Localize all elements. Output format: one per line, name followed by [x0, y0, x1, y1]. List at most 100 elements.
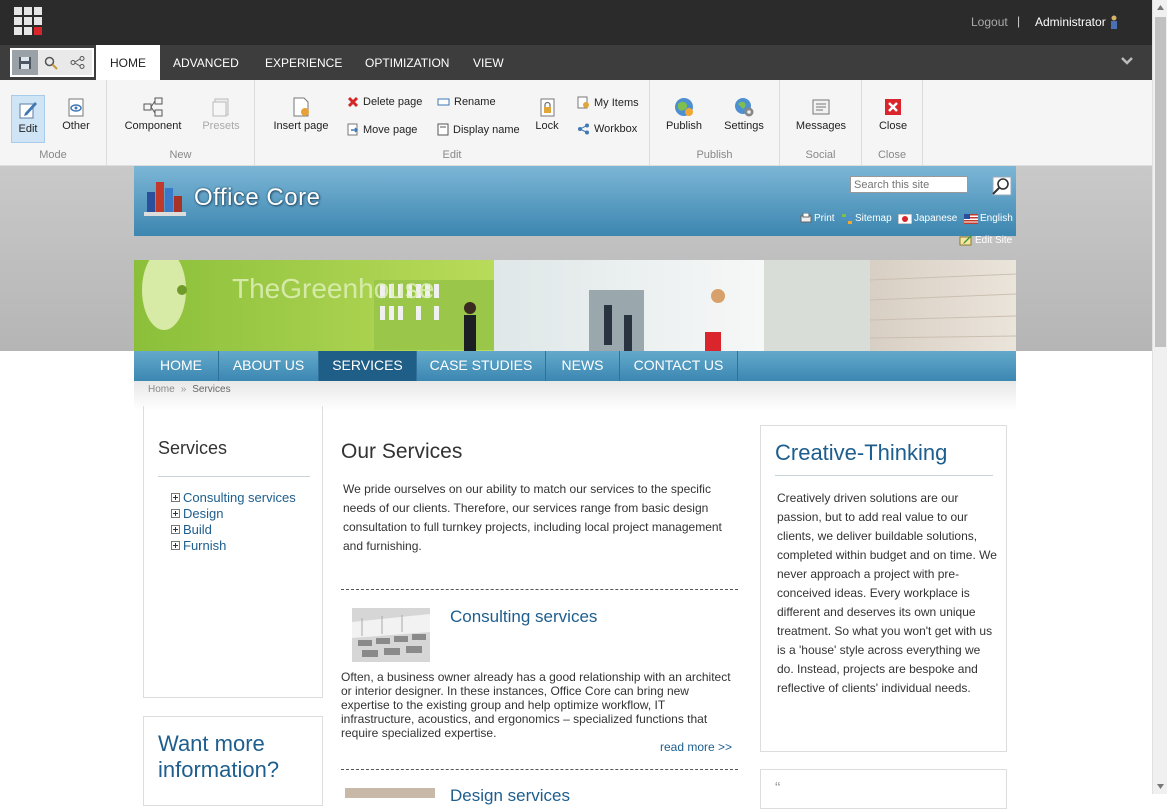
us-flag-icon: [964, 213, 978, 224]
display-name-icon: [437, 123, 449, 136]
page-intro-text: We pride ourselves on our ability to mat…: [343, 482, 722, 553]
search-icon: [44, 56, 58, 70]
expand-icon[interactable]: [171, 541, 180, 550]
display-name-button[interactable]: Display name: [437, 123, 520, 136]
print-icon: [800, 213, 812, 223]
ribbon-group-label: Edit: [442, 149, 462, 161]
messages-label: Messages: [795, 120, 847, 132]
close-button[interactable]: Close: [876, 96, 910, 132]
sitemap-link[interactable]: Sitemap: [841, 213, 892, 224]
save-icon: [19, 56, 31, 69]
lock-label: Lock: [535, 120, 559, 132]
publish-settings-button[interactable]: Settings: [722, 96, 766, 132]
sidebar-title: Services: [158, 438, 228, 458]
creative-thinking-text: Creatively driven solutions are our pass…: [777, 491, 997, 695]
site-logo-text[interactable]: Office Core: [194, 184, 320, 212]
ribbon-group-new: Component Presets New: [107, 80, 255, 166]
tab-home[interactable]: HOME: [96, 45, 160, 80]
publish-icon: [675, 98, 693, 116]
sidebar-item-label: Consulting services: [183, 490, 296, 505]
search-icon[interactable]: [989, 175, 1013, 197]
breadcrumb-separator: »: [180, 384, 187, 395]
edit-mode-label: Edit: [18, 123, 38, 135]
app-launcher-icon[interactable]: [14, 7, 42, 35]
workbox-button[interactable]: Workbox: [577, 123, 637, 135]
edit-mode-button[interactable]: Edit: [11, 95, 45, 143]
delete-page-button[interactable]: Delete page: [347, 96, 422, 108]
user-icon[interactable]: [1110, 15, 1118, 29]
japanese-link[interactable]: Japanese: [898, 213, 957, 224]
scroll-up-arrow[interactable]: [1153, 0, 1167, 15]
expand-icon[interactable]: [171, 509, 180, 518]
move-page-button[interactable]: Move page: [347, 123, 417, 136]
consulting-services-text: Often, a business owner already has a go…: [341, 670, 731, 740]
consulting-services-link[interactable]: Consulting services: [450, 607, 597, 627]
ribbon-group-social: Messages Social: [780, 80, 862, 166]
office-core-logo-icon[interactable]: [144, 176, 186, 218]
tab-experience[interactable]: EXPERIENCE: [251, 45, 356, 80]
vertical-scrollbar[interactable]: [1152, 0, 1167, 794]
presets-button[interactable]: Presets: [201, 96, 241, 132]
nav-home[interactable]: HOME: [144, 351, 219, 381]
nav-case-studies[interactable]: CASE STUDIES: [417, 351, 546, 381]
expand-icon[interactable]: [171, 493, 180, 502]
presets-label: Presets: [202, 120, 240, 132]
nav-news[interactable]: NEWS: [546, 351, 620, 381]
sidebar-item-build[interactable]: Build: [171, 522, 212, 537]
navigation-button[interactable]: [64, 50, 90, 75]
english-label: English: [980, 213, 1013, 224]
sidebar-item-consulting[interactable]: Consulting services: [171, 490, 296, 505]
edit-site-link[interactable]: Edit Site: [959, 234, 1012, 246]
ribbon-group-edit: Insert page Delete page Move page Rename…: [255, 80, 650, 166]
settings-label: Settings: [724, 120, 764, 132]
ribbon-group-close: Close Close: [862, 80, 923, 166]
component-icon: [143, 97, 163, 117]
other-mode-button[interactable]: Other: [60, 96, 92, 132]
expand-icon[interactable]: [171, 525, 180, 534]
ribbon-group-label: Social: [805, 149, 836, 161]
print-link[interactable]: Print: [800, 213, 835, 224]
rename-button[interactable]: Rename: [437, 96, 496, 108]
my-items-button[interactable]: My Items: [577, 96, 639, 109]
tab-advanced[interactable]: ADVANCED: [159, 45, 253, 80]
sidebar-item-furnish[interactable]: Furnish: [171, 538, 226, 553]
save-button[interactable]: [12, 50, 38, 75]
logout-link[interactable]: Logout: [971, 15, 1008, 29]
consulting-thumbnail[interactable]: [352, 608, 430, 662]
nav-services[interactable]: SERVICES: [319, 351, 417, 381]
tab-view[interactable]: VIEW: [459, 45, 518, 80]
site-search-input[interactable]: [850, 176, 968, 193]
component-label: Component: [124, 120, 182, 132]
workbox-label: Workbox: [594, 123, 638, 135]
user-name[interactable]: Administrator: [1035, 15, 1106, 29]
scrollbar-thumb[interactable]: [1155, 17, 1166, 347]
chevron-down-icon[interactable]: [1120, 56, 1134, 66]
move-page-icon: [347, 123, 359, 136]
breadcrumb-current: Services: [192, 384, 231, 395]
insert-page-button[interactable]: Insert page: [271, 96, 331, 132]
messages-button[interactable]: Messages: [794, 96, 848, 132]
site-header: Office Core Print Sitemap Japanese Engli…: [134, 166, 1016, 236]
close-label: Close: [878, 120, 908, 132]
english-link[interactable]: English: [964, 213, 1013, 224]
sidebar-item-design[interactable]: Design: [171, 506, 223, 521]
lock-button[interactable]: Lock: [533, 96, 561, 132]
publish-button[interactable]: Publish: [665, 96, 703, 132]
ribbon-group-label: Mode: [39, 149, 67, 161]
scroll-down-arrow[interactable]: [1153, 779, 1167, 794]
nav-contact-us[interactable]: CONTACT US: [620, 351, 738, 381]
breadcrumb-home[interactable]: Home: [148, 384, 175, 395]
move-page-label: Move page: [363, 123, 418, 136]
nav-about-us[interactable]: ABOUT US: [219, 351, 319, 381]
component-button[interactable]: Component: [123, 96, 183, 132]
design-thumbnail[interactable]: [345, 788, 435, 798]
top-bar: Logout | Administrator: [0, 0, 1167, 45]
creative-thinking-title: Creative-Thinking: [775, 440, 948, 465]
design-services-link[interactable]: Design services: [450, 786, 570, 806]
workbox-icon: [578, 123, 589, 135]
tab-optimization[interactable]: OPTIMIZATION: [351, 45, 463, 80]
ribbon-group-label: Publish: [696, 149, 733, 161]
read-more-link[interactable]: read more >>: [660, 740, 732, 754]
testimonial-box: “: [760, 769, 1007, 809]
search-button[interactable]: [38, 50, 64, 75]
